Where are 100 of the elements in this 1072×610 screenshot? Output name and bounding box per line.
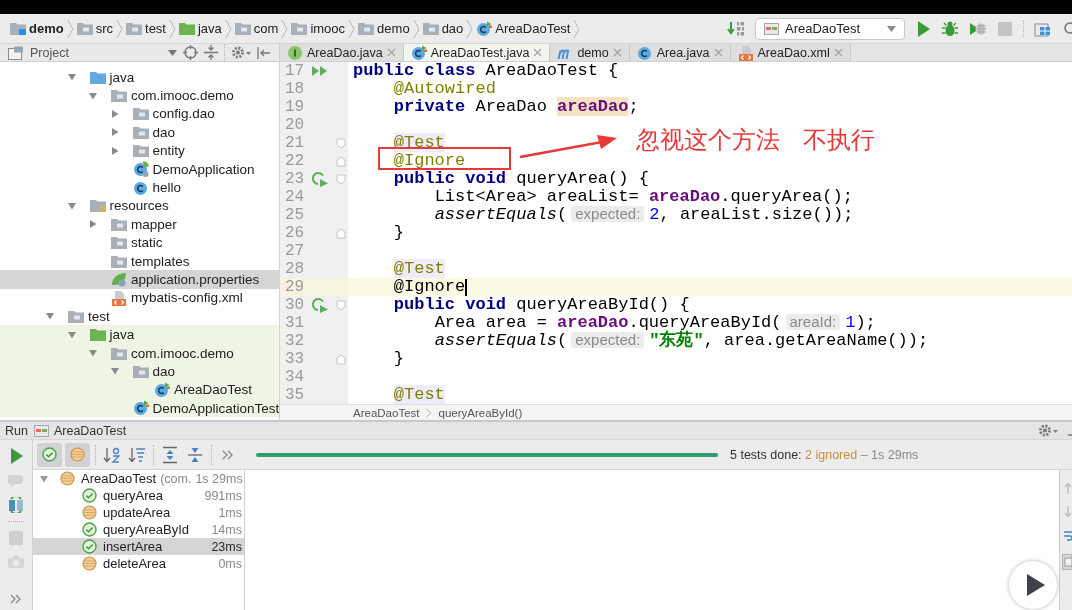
hide-panel-icon[interactable]: [257, 45, 271, 60]
build-icon[interactable]: [727, 20, 745, 37]
breadcrumb-item[interactable]: demo: [10, 21, 64, 36]
disclosure-triangle-icon[interactable]: [88, 219, 98, 230]
arrow-down-icon[interactable]: [1064, 506, 1072, 518]
search-icon[interactable]: [1062, 20, 1072, 37]
close-icon[interactable]: [612, 48, 622, 57]
fold-marker-icon[interactable]: [336, 299, 346, 311]
fold-marker-icon[interactable]: [336, 353, 346, 365]
editor-tab[interactable]: Area.java: [629, 44, 731, 61]
breadcrumb-item[interactable]: imooc: [291, 21, 346, 36]
fold-marker-icon[interactable]: [336, 227, 346, 239]
close-icon[interactable]: [386, 48, 396, 57]
code-line: assertEquals( expected: "东苑", area.getAreaName());: [434, 332, 929, 350]
config-icon: [764, 22, 779, 35]
line-number: 34: [284, 368, 306, 386]
class-icon: [636, 44, 653, 61]
disclosure-triangle-icon[interactable]: [66, 72, 77, 83]
disclosure-triangle-icon[interactable]: [66, 200, 77, 211]
line-number: 29: [284, 278, 306, 296]
editor-tab[interactable]: AreaDaoTest.java: [403, 44, 551, 61]
tree-item[interactable]: application.properties: [0, 270, 279, 289]
collapse-all-icon[interactable]: [186, 445, 204, 464]
debug-icon[interactable]: [941, 19, 959, 38]
run-tab[interactable]: AreaDaoTest: [33, 423, 127, 438]
crosshair-icon[interactable]: [183, 45, 198, 60]
double-play-icon[interactable]: [311, 65, 329, 77]
breadcrumb-item[interactable]: java: [179, 21, 222, 36]
filter-toggle[interactable]: [65, 442, 90, 467]
line-number: 20: [284, 116, 306, 134]
line-number: 18: [284, 80, 306, 98]
panel-title[interactable]: Project: [30, 45, 69, 60]
line-number: 27: [284, 242, 306, 260]
folder-icon: [111, 236, 127, 250]
chevron-icon: [224, 18, 232, 39]
panel-title: Run: [5, 423, 28, 438]
close-icon[interactable]: [533, 48, 543, 57]
disclosure-triangle-icon[interactable]: [66, 329, 77, 340]
code-line: public void queryAreaById() {: [393, 296, 690, 314]
breadcrumb-item[interactable]: com: [234, 21, 279, 36]
editor-tab[interactable]: demo: [550, 44, 630, 61]
line-number: 22: [284, 152, 306, 170]
test-duration: 1s 29ms: [195, 471, 243, 486]
disclosure-triangle-icon[interactable]: [39, 473, 49, 484]
breadcrumb-item[interactable]: queryAreaById(): [438, 406, 523, 419]
run-icon[interactable]: [915, 19, 931, 38]
run-test-icon[interactable]: [311, 171, 329, 187]
disclosure-triangle-icon[interactable]: [88, 90, 98, 101]
settings-icon[interactable]: [231, 45, 251, 60]
close-icon[interactable]: [833, 48, 843, 57]
tree-item[interactable]: DemoApplicationTest: [0, 399, 279, 418]
more-icon[interactable]: [222, 449, 234, 460]
fold-marker-icon[interactable]: [336, 155, 346, 167]
code-line: }: [393, 350, 404, 368]
disclosure-triangle-icon[interactable]: [109, 127, 120, 138]
tree-item[interactable]: java: [0, 325, 279, 344]
tree-item[interactable]: dao: [0, 362, 279, 381]
test-detail: (com.: [160, 471, 192, 486]
breadcrumb-item[interactable]: AreaDaoTest: [476, 20, 571, 37]
run-test-icon[interactable]: [311, 297, 329, 313]
editor-tab[interactable]: AreaDao.java: [280, 44, 404, 61]
sort-alpha-icon[interactable]: [103, 445, 121, 464]
leaf-icon: [111, 271, 127, 288]
editor-tab[interactable]: AreaDao.xml: [730, 44, 851, 61]
disclosure-triangle-icon[interactable]: [109, 366, 120, 377]
more-icon[interactable]: [10, 594, 22, 604]
check-circle-icon: [42, 447, 57, 462]
arrow-up-icon[interactable]: [1064, 482, 1072, 494]
filter-toggle[interactable]: [37, 442, 62, 467]
breadcrumb-item[interactable]: src: [76, 21, 113, 36]
run-icon[interactable]: [8, 447, 24, 465]
line-number: 24: [284, 188, 306, 206]
close-icon[interactable]: [713, 48, 723, 57]
folder-icon: [111, 217, 127, 231]
code-line: @Autowired: [393, 80, 496, 98]
layout-icon[interactable]: [1062, 554, 1072, 570]
collapse-icon[interactable]: [204, 45, 218, 60]
settings-icon[interactable]: [1038, 423, 1058, 438]
disclosure-triangle-icon[interactable]: [109, 145, 120, 156]
chevron-icon: [425, 407, 433, 418]
disclosure-triangle-icon[interactable]: [109, 108, 120, 119]
fold-marker-icon[interactable]: [336, 173, 346, 185]
breadcrumb-item[interactable]: demo: [358, 21, 410, 36]
run-config-dropdown[interactable]: AreaDaoTest: [755, 17, 905, 40]
chevron-icon: [169, 18, 176, 39]
breadcrumb-item[interactable]: dao: [422, 21, 464, 36]
expand-all-icon[interactable]: [161, 445, 179, 464]
sort-duration-icon[interactable]: [128, 445, 146, 464]
structure-icon[interactable]: [1034, 20, 1052, 37]
breadcrumb-item[interactable]: AreaDaoTest: [353, 406, 420, 419]
fold-marker-icon[interactable]: [336, 137, 346, 149]
wrap-icon[interactable]: [1064, 530, 1072, 542]
folder-icon: [76, 22, 93, 35]
rerun-icon[interactable]: [8, 497, 24, 513]
dropdown-caret-icon[interactable]: [168, 49, 177, 56]
disclosure-triangle-icon[interactable]: [88, 348, 98, 359]
test-name: updateArea: [103, 505, 171, 520]
test-result-row[interactable]: insertArea 23ms: [33, 538, 244, 555]
breadcrumb-item[interactable]: test: [126, 21, 166, 36]
disclosure-triangle-icon[interactable]: [45, 311, 55, 322]
